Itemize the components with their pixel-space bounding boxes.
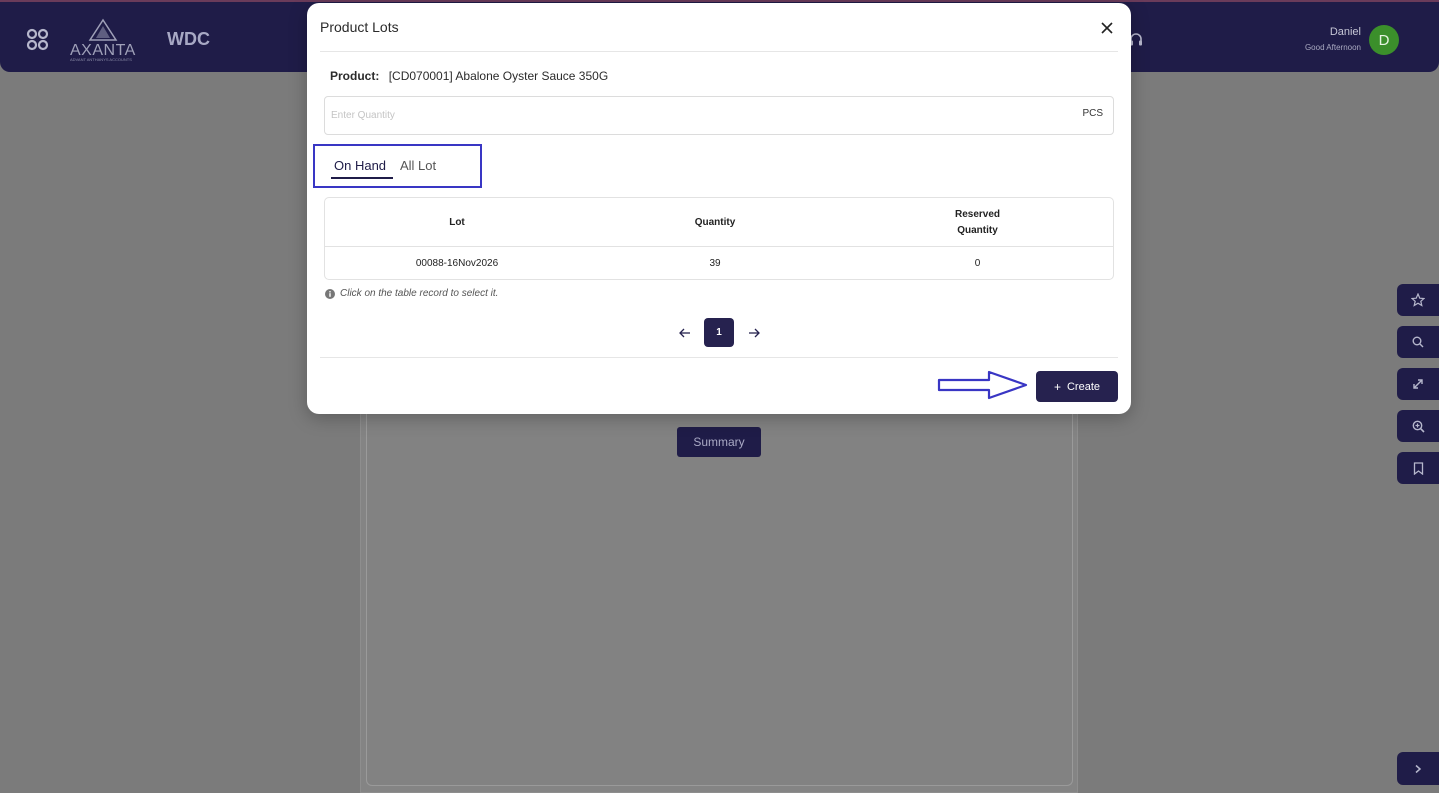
close-icon[interactable] bbox=[1099, 20, 1115, 36]
product-info: Product: [CD070001] Abalone Oyster Sauce… bbox=[330, 69, 608, 83]
hint-text: Click on the table record to select it. bbox=[340, 288, 499, 299]
side-panel-toggle[interactable] bbox=[1397, 752, 1439, 785]
create-button[interactable]: + Create bbox=[1036, 371, 1118, 402]
product-value: [CD070001] Abalone Oyster Sauce 350G bbox=[388, 69, 609, 83]
favorite-tool-button[interactable] bbox=[1397, 284, 1439, 316]
table-row[interactable]: 00088-16Nov2026 39 0 bbox=[325, 247, 1113, 279]
side-toolbar bbox=[1397, 284, 1439, 494]
greeting-text: Good Afternoon bbox=[1304, 43, 1361, 52]
selection-hint: Click on the table record to select it. bbox=[325, 288, 498, 299]
expand-tool-button[interactable] bbox=[1397, 368, 1439, 400]
apps-grid-icon[interactable] bbox=[26, 28, 50, 52]
lot-tabs: On Hand All Lot bbox=[313, 144, 482, 188]
star-icon bbox=[1411, 293, 1425, 307]
column-header-reserved-quantity: Reserved Quantity bbox=[841, 198, 1113, 247]
tab-all-lot[interactable]: All Lot bbox=[400, 158, 436, 173]
search-icon bbox=[1412, 336, 1424, 348]
cell-quantity: 39 bbox=[709, 258, 721, 269]
page-number-button[interactable]: 1 bbox=[704, 318, 734, 347]
cell-lot: 00088-16Nov2026 bbox=[415, 258, 499, 269]
quantity-unit: PCS bbox=[1082, 108, 1103, 119]
plus-icon: + bbox=[1053, 379, 1061, 394]
column-header-reserved-label: Reserved Quantity bbox=[954, 208, 1001, 236]
annotation-arrow-icon bbox=[937, 370, 1028, 400]
summary-button[interactable]: Summary bbox=[677, 427, 761, 457]
column-header-quantity: Quantity bbox=[694, 216, 736, 228]
active-tab-indicator bbox=[331, 177, 393, 179]
product-lots-modal: Product Lots Product: [CD070001] Abalone… bbox=[307, 3, 1131, 414]
expand-icon bbox=[1413, 379, 1423, 389]
modal-title: Product Lots bbox=[320, 19, 399, 35]
arrow-right-icon[interactable] bbox=[746, 325, 762, 341]
tab-on-hand[interactable]: On Hand bbox=[334, 158, 386, 173]
modal-footer-divider bbox=[320, 357, 1118, 358]
product-label: Product: bbox=[330, 69, 380, 83]
info-icon bbox=[325, 288, 335, 299]
quantity-input[interactable] bbox=[331, 97, 1071, 134]
quantity-field: PCS bbox=[324, 96, 1114, 135]
avatar[interactable]: D bbox=[1369, 25, 1399, 55]
arrow-left-icon[interactable] bbox=[677, 325, 693, 341]
user-name: Daniel bbox=[1329, 26, 1361, 38]
column-header-lot: Lot bbox=[449, 216, 465, 228]
table-header-row: Lot Quantity Reserved Quantity bbox=[325, 198, 1113, 247]
search-tool-button[interactable] bbox=[1397, 326, 1439, 358]
lots-table: Lot Quantity Reserved Quantity 00088-16N… bbox=[324, 197, 1114, 280]
background-panel-inner bbox=[366, 414, 1073, 786]
bookmark-tool-button[interactable] bbox=[1397, 452, 1439, 484]
zoom-tool-button[interactable] bbox=[1397, 410, 1439, 442]
cell-reserved: 0 bbox=[974, 258, 981, 269]
create-button-label: Create bbox=[1066, 380, 1101, 393]
chevron-right-icon bbox=[1415, 764, 1422, 773]
bookmark-icon bbox=[1413, 461, 1423, 475]
company-code: WDC bbox=[167, 29, 210, 49]
modal-divider bbox=[320, 51, 1118, 52]
zoom-in-icon bbox=[1412, 420, 1425, 433]
logo-subtitle: ADVANT ANTHANYS ACCOUNTS bbox=[70, 57, 132, 62]
